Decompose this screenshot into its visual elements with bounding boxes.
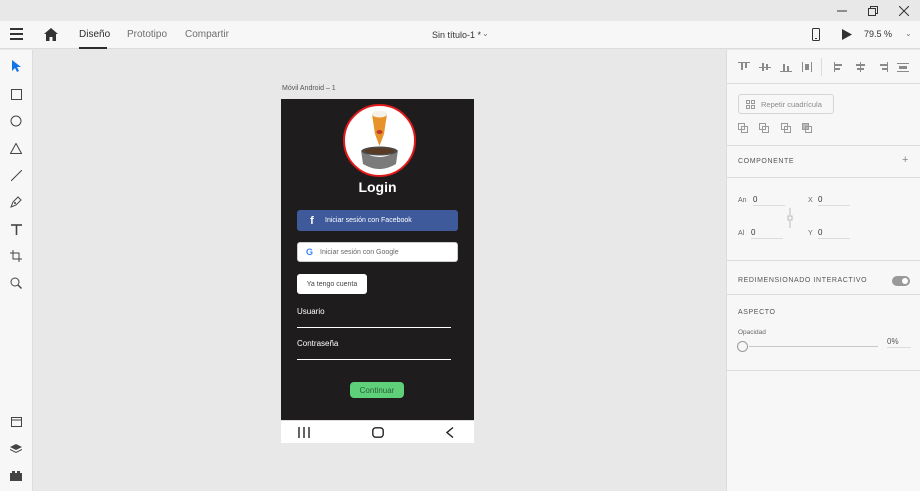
artboard-label[interactable]: Móvil Android – 1 bbox=[282, 85, 336, 92]
divider bbox=[727, 370, 920, 371]
select-arrow-icon[interactable] bbox=[9, 59, 23, 73]
google-login-button[interactable]: G Iniciar sesión con Google bbox=[297, 242, 458, 262]
recent-apps-icon[interactable] bbox=[298, 427, 310, 438]
boolean-exclude-icon[interactable] bbox=[802, 123, 813, 133]
x-label: X bbox=[808, 197, 813, 204]
divider bbox=[727, 260, 920, 261]
hamburger-icon[interactable] bbox=[10, 28, 23, 40]
boolean-subtract-icon[interactable] bbox=[759, 123, 770, 133]
zoom-chevron-down-icon[interactable]: ⌄ bbox=[905, 29, 912, 38]
chevron-down-icon[interactable]: ⌄ bbox=[482, 29, 489, 38]
home-icon[interactable] bbox=[44, 28, 58, 41]
distribute-horizontal-icon[interactable] bbox=[897, 62, 909, 72]
tab-prototype[interactable]: Prototipo bbox=[127, 29, 167, 40]
grid-icon bbox=[746, 100, 755, 109]
facebook-login-label: Iniciar sesión con Facebook bbox=[325, 217, 412, 224]
height-label: Al bbox=[738, 230, 745, 237]
close-button[interactable] bbox=[888, 0, 920, 21]
back-icon[interactable] bbox=[446, 427, 454, 438]
boolean-add-icon[interactable] bbox=[738, 123, 749, 133]
mobile-preview-icon[interactable] bbox=[812, 28, 820, 41]
divider bbox=[727, 83, 920, 84]
minimize-button[interactable] bbox=[826, 0, 858, 21]
pen-icon[interactable] bbox=[9, 195, 23, 209]
width-input[interactable]: 0 bbox=[753, 195, 785, 206]
height-input[interactable]: 0 bbox=[751, 228, 783, 239]
align-left-icon[interactable] bbox=[834, 62, 846, 72]
password-label: Contraseña bbox=[297, 339, 339, 348]
artboard[interactable]: Login f Iniciar sesión con Facebook G In… bbox=[281, 99, 474, 420]
artboard-icon[interactable] bbox=[9, 249, 23, 263]
play-icon[interactable] bbox=[842, 29, 852, 40]
home-button-icon[interactable] bbox=[372, 427, 384, 438]
close-icon bbox=[899, 5, 909, 16]
property-inspector: Repetir cuadrícula COMPONENTE + An 0 X 0… bbox=[726, 50, 920, 491]
have-account-button[interactable]: Ya tengo cuenta bbox=[297, 274, 367, 294]
align-divider bbox=[821, 58, 822, 76]
google-icon: G bbox=[306, 247, 314, 257]
restore-icon bbox=[868, 5, 878, 16]
divider bbox=[727, 145, 920, 146]
component-section-title: COMPONENTE bbox=[738, 158, 795, 165]
opacity-slider-handle[interactable] bbox=[737, 341, 748, 352]
width-label: An bbox=[738, 197, 747, 204]
tab-design[interactable]: Diseño bbox=[79, 29, 110, 40]
triangle-icon[interactable] bbox=[9, 141, 23, 155]
align-right-icon[interactable] bbox=[876, 62, 888, 72]
opacity-input[interactable]: 0% bbox=[887, 337, 911, 348]
maximize-button[interactable] bbox=[857, 0, 889, 21]
align-bottom-icon[interactable] bbox=[780, 62, 792, 72]
zoom-level[interactable]: 79.5 % bbox=[864, 29, 892, 39]
divider bbox=[727, 177, 920, 178]
repeat-grid-label: Repetir cuadrícula bbox=[761, 99, 822, 109]
align-center-icon[interactable] bbox=[855, 62, 867, 72]
line-icon[interactable] bbox=[9, 168, 23, 182]
lock-aspect-icon[interactable] bbox=[787, 208, 793, 228]
android-nav-bar bbox=[281, 420, 474, 443]
facebook-login-button[interactable]: f Iniciar sesión con Facebook bbox=[297, 210, 458, 231]
distribute-vertical-icon[interactable] bbox=[801, 62, 813, 72]
align-top-icon[interactable] bbox=[738, 62, 750, 72]
add-component-icon[interactable]: + bbox=[902, 154, 908, 166]
continue-button[interactable]: Continuar bbox=[350, 382, 404, 398]
text-icon[interactable] bbox=[9, 222, 23, 236]
title-bar bbox=[0, 0, 920, 21]
opacity-slider-track[interactable] bbox=[749, 346, 878, 347]
x-input[interactable]: 0 bbox=[818, 195, 850, 206]
y-input[interactable]: 0 bbox=[818, 228, 850, 239]
appearance-section-title: ASPECTO bbox=[738, 309, 776, 316]
zoom-icon[interactable] bbox=[9, 276, 23, 290]
document-title[interactable]: Sin título-1 * bbox=[432, 30, 481, 40]
y-label: Y bbox=[808, 230, 813, 237]
active-tab-underline bbox=[79, 47, 107, 49]
opacity-label: Opacidad bbox=[738, 329, 766, 336]
boolean-intersect-icon[interactable] bbox=[781, 123, 792, 133]
tool-bar bbox=[0, 50, 33, 491]
responsive-resize-toggle[interactable] bbox=[892, 276, 910, 286]
layers-icon[interactable] bbox=[9, 442, 23, 456]
username-label: Usuario bbox=[297, 307, 325, 316]
menu-bar: Diseño Prototipo Compartir Sin título-1 … bbox=[0, 21, 920, 49]
align-middle-icon[interactable] bbox=[759, 62, 771, 72]
tab-share[interactable]: Compartir bbox=[185, 29, 229, 40]
responsive-resize-title: REDIMENSIONADO INTERACTIVO bbox=[738, 277, 868, 284]
login-title: Login bbox=[358, 179, 397, 195]
ellipse-icon[interactable] bbox=[9, 114, 23, 128]
password-field[interactable] bbox=[297, 359, 451, 360]
username-field[interactable] bbox=[297, 327, 451, 328]
rectangle-icon[interactable] bbox=[9, 87, 23, 101]
google-login-label: Iniciar sesión con Google bbox=[320, 248, 399, 256]
repeat-grid-button[interactable]: Repetir cuadrícula bbox=[738, 94, 834, 114]
minimize-icon bbox=[837, 10, 847, 11]
divider bbox=[727, 294, 920, 295]
document-assets-icon[interactable] bbox=[9, 415, 23, 429]
facebook-icon: f bbox=[310, 214, 314, 227]
logo-image bbox=[343, 104, 416, 177]
plugins-icon[interactable] bbox=[9, 469, 23, 483]
